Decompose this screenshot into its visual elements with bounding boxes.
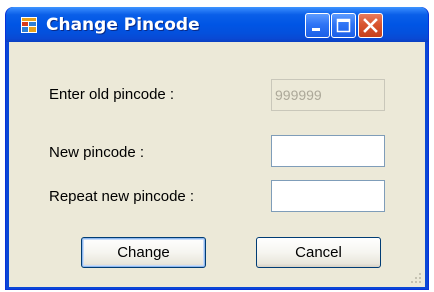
title-bar[interactable]: Change Pincode: [6, 7, 428, 42]
repeat-pincode-input[interactable]: [271, 180, 385, 212]
minimize-icon: [312, 28, 320, 31]
minimize-button[interactable]: [305, 13, 330, 38]
window-title: Change Pincode: [46, 15, 200, 35]
repeat-pincode-label: Repeat new pincode :: [49, 188, 195, 205]
dialog-body: Enter old pincode : New pincode : Repeat…: [9, 42, 425, 287]
maximize-icon: [336, 18, 351, 33]
new-pincode-input[interactable]: [271, 135, 385, 167]
maximize-button[interactable]: [331, 13, 356, 38]
cancel-button[interactable]: Cancel: [256, 237, 381, 268]
old-pincode-label: Enter old pincode :: [49, 86, 175, 103]
close-icon: [363, 18, 378, 33]
close-button[interactable]: [358, 13, 383, 38]
window-app-icon: [21, 17, 37, 33]
new-pincode-label: New pincode :: [49, 144, 145, 161]
resize-grip-icon[interactable]: [410, 272, 422, 284]
change-pincode-window: Change Pincode Enter old pincode : New p…: [5, 7, 429, 290]
old-pincode-input[interactable]: [271, 79, 385, 111]
change-button[interactable]: Change: [81, 237, 206, 268]
